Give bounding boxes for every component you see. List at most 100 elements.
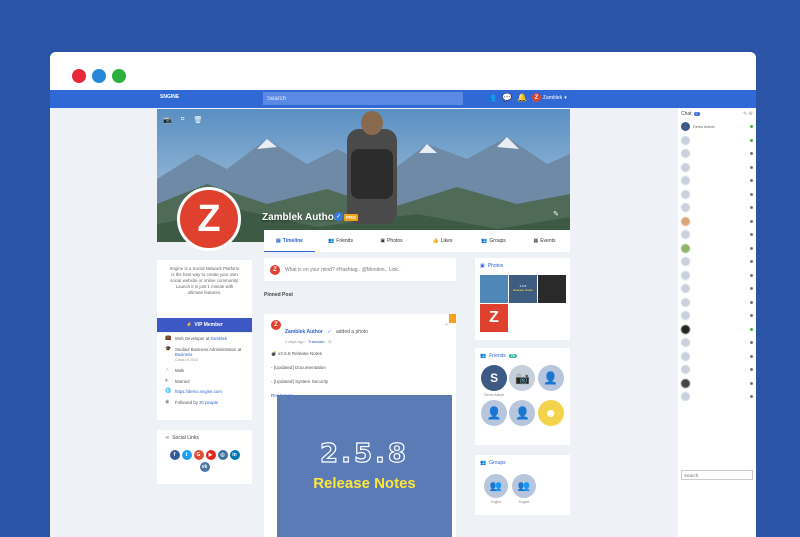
user-menu[interactable]: Z Zamblek ▾	[532, 93, 567, 102]
post-time[interactable]: 2 days ago	[285, 339, 305, 344]
facebook-icon[interactable]: f	[169, 450, 180, 460]
pinned-post-label: Pinned Post	[264, 292, 293, 298]
crop-icon[interactable]: ⌗	[181, 116, 185, 124]
events-icon: ▦	[533, 238, 539, 244]
photo-thumb[interactable]: Z	[480, 304, 508, 332]
camera-icon[interactable]: 📷	[163, 116, 172, 124]
group-avatar: 👥	[512, 474, 536, 498]
offline-status-icon	[750, 246, 753, 250]
chat-search-input[interactable]	[681, 470, 753, 480]
chat-user[interactable]	[678, 201, 756, 215]
chat-user[interactable]	[678, 390, 756, 404]
tab-photos[interactable]: ▣ Photos	[366, 230, 417, 252]
chat-avatar	[681, 243, 690, 253]
close-dot[interactable]	[72, 69, 86, 83]
youtube-icon[interactable]: ▶	[205, 450, 216, 460]
chat-avatar	[681, 149, 690, 159]
twitter-icon[interactable]: t	[181, 450, 192, 460]
chat-user[interactable]	[678, 269, 756, 283]
friend-item[interactable]: 📷	[508, 365, 536, 397]
chat-user[interactable]	[678, 350, 756, 364]
offline-status-icon	[750, 192, 753, 196]
bell-icon[interactable]: 🔔	[517, 94, 527, 102]
photo-thumb[interactable]	[538, 275, 566, 303]
chat-user[interactable]	[678, 147, 756, 161]
friend-item[interactable]: 👤	[537, 365, 565, 397]
chat-user[interactable]	[678, 309, 756, 323]
chat-user[interactable]	[678, 336, 756, 350]
instagram-icon[interactable]: ◎	[217, 450, 228, 460]
chat-user[interactable]	[678, 282, 756, 296]
minimize-dot[interactable]	[92, 69, 106, 83]
offline-status-icon	[750, 395, 753, 399]
pro-badge: PRO	[344, 214, 358, 221]
search-input[interactable]	[263, 92, 463, 105]
photo-thumb[interactable]: 2.5.8 Release Notes	[509, 275, 537, 303]
vip-member-button[interactable]: ⚡ VIP Member	[157, 318, 252, 332]
verified-icon: ✓	[327, 329, 332, 335]
tab-events[interactable]: ▦ Events	[519, 230, 570, 252]
translate-link[interactable]: Translate	[308, 339, 325, 344]
offline-status-icon	[750, 368, 753, 372]
post-author[interactable]: Zamblek Author	[285, 329, 323, 335]
tab-likes[interactable]: 👍 Likes	[417, 230, 468, 252]
website-link[interactable]: https://demo.sngine.com	[175, 389, 222, 395]
composer-avatar: Z	[270, 264, 280, 275]
chat-user[interactable]	[678, 215, 756, 229]
work-link[interactable]: Zamblek	[211, 336, 227, 341]
release-notes-image[interactable]: 2.5.8 Release Notes	[277, 395, 452, 537]
education-link[interactable]: Business	[175, 352, 192, 357]
chat-user[interactable]	[678, 377, 756, 391]
top-navbar: SNGINE 👥 💬 🔔 Z Zamblek ▾	[50, 90, 756, 108]
chat-user[interactable]	[678, 188, 756, 202]
group-item[interactable]: 👥 Sngine	[484, 474, 508, 504]
followers-link[interactable]: 20 people	[199, 400, 218, 405]
friend-item[interactable]: S Demo Admin	[480, 365, 508, 397]
chat-user[interactable]	[678, 296, 756, 310]
offline-status-icon	[750, 165, 753, 169]
chat-avatar	[681, 351, 690, 361]
profile-avatar[interactable]: Z	[177, 187, 241, 251]
friend-item[interactable]: 👤	[480, 400, 508, 428]
photo-thumb[interactable]	[480, 275, 508, 303]
brand-logo[interactable]: SNGINE	[160, 94, 179, 100]
tab-friends[interactable]: 👥 Friends	[315, 230, 366, 252]
chat-avatar	[681, 365, 690, 375]
friend-item[interactable]: ☻	[537, 400, 565, 428]
chat-icon[interactable]: 💬	[502, 94, 512, 102]
people-icon[interactable]: 👥	[486, 94, 496, 102]
maximize-dot[interactable]	[112, 69, 126, 83]
post-header: Z Zamblek Author ✓ added a photo 2 days …	[271, 320, 449, 344]
offline-status-icon	[750, 354, 753, 358]
post-composer[interactable]: Z What is on your mind? #Hashtag.. @Ment…	[264, 258, 456, 281]
offline-status-icon	[750, 381, 753, 385]
post-avatar[interactable]: Z	[271, 320, 281, 330]
profile-name: Zamblek Author	[262, 212, 338, 223]
chat-settings-icon[interactable]: ✎ ⚙	[743, 111, 753, 117]
chat-user[interactable]	[678, 255, 756, 269]
social-icons: f t G ▶ ◎ in vk	[165, 450, 244, 472]
offline-status-icon	[750, 314, 753, 318]
chat-user[interactable]	[678, 174, 756, 188]
pencil-icon[interactable]: ✎	[553, 210, 559, 218]
chat-user[interactable]	[678, 323, 756, 337]
chat-user[interactable]: Demo Admin	[678, 120, 756, 134]
google-icon[interactable]: G	[193, 450, 204, 460]
chat-user[interactable]	[678, 161, 756, 175]
group-item[interactable]: 👥 Sngine	[512, 474, 536, 504]
chat-avatar	[681, 135, 690, 145]
linkedin-icon[interactable]: in	[229, 450, 240, 460]
profile-tabs: ▤ Timeline 👥 Friends ▣ Photos 👍 Likes 👥 Group…	[264, 230, 570, 252]
vk-icon[interactable]: vk	[199, 462, 210, 472]
chat-user[interactable]	[678, 134, 756, 148]
chat-user[interactable]	[678, 363, 756, 377]
tab-timeline[interactable]: ▤ Timeline	[264, 230, 315, 252]
chat-user[interactable]	[678, 242, 756, 256]
trash-icon[interactable]: 🗑	[194, 116, 203, 124]
friend-item[interactable]: 👤	[508, 400, 536, 428]
offline-status-icon	[750, 206, 753, 210]
offline-status-icon	[750, 219, 753, 223]
tab-groups[interactable]: 👥 Groups	[468, 230, 519, 252]
chat-user[interactable]	[678, 228, 756, 242]
pinned-bookmark-icon	[449, 314, 456, 323]
